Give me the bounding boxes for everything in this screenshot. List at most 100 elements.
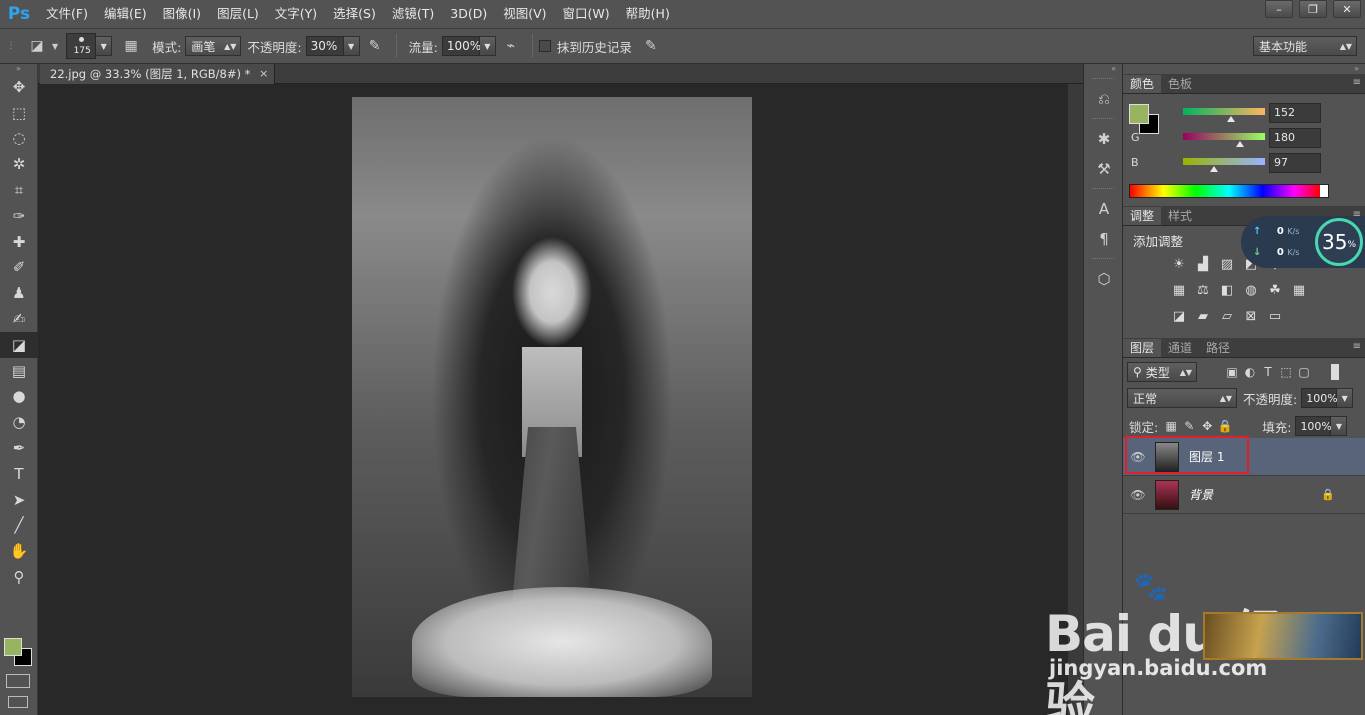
gradient-map-icon[interactable]: ▭: [1263, 306, 1287, 326]
menu-type[interactable]: 文字(Y): [267, 0, 325, 28]
color-balance-icon[interactable]: ⚖: [1191, 280, 1215, 300]
opacity-input[interactable]: 30%: [305, 36, 344, 56]
lasso-tool-icon[interactable]: ◌: [0, 126, 38, 152]
curves-icon[interactable]: ▨: [1215, 254, 1239, 274]
lock-position-icon[interactable]: ✥: [1198, 417, 1216, 435]
slider-thumb-icon[interactable]: [1227, 116, 1235, 122]
levels-icon[interactable]: ▟: [1191, 254, 1215, 274]
lock-transparent-icon[interactable]: ▦: [1162, 417, 1180, 435]
color-foreground-swatch[interactable]: [1129, 104, 1149, 124]
menu-layer[interactable]: 图层(L): [209, 0, 267, 28]
restore-button[interactable]: ❐: [1299, 0, 1327, 18]
tab-color[interactable]: 颜色: [1123, 75, 1162, 93]
screen-mode-icon[interactable]: [8, 696, 28, 708]
layer-row-background[interactable]: 👁 背景 🔒: [1123, 476, 1365, 514]
path-selection-tool-icon[interactable]: ➤: [0, 487, 38, 513]
flow-dropdown[interactable]: ▼: [479, 36, 496, 56]
blur-tool-icon[interactable]: ●: [0, 384, 38, 410]
green-value[interactable]: 180: [1269, 128, 1321, 148]
brush-preview[interactable]: 175: [66, 33, 97, 59]
red-slider[interactable]: [1183, 108, 1265, 115]
panel-menu-icon[interactable]: ≡: [1353, 77, 1361, 88]
selective-color-icon[interactable]: ⊠: [1239, 306, 1263, 326]
brightness-icon[interactable]: ☀: [1167, 254, 1191, 274]
brush-tool-icon[interactable]: ✐: [0, 255, 38, 281]
3d-panel-icon[interactable]: ⬡: [1084, 264, 1124, 294]
pen-tool-icon[interactable]: ✒: [0, 435, 38, 461]
game-ad-banner[interactable]: [1203, 612, 1363, 660]
blue-slider[interactable]: [1183, 158, 1265, 165]
hue-saturation-icon[interactable]: ▦: [1167, 280, 1191, 300]
invert-icon[interactable]: ◪: [1167, 306, 1191, 326]
crop-tool-icon[interactable]: ⌗: [0, 177, 38, 203]
workspace-select[interactable]: 基本功能 ▲▼: [1253, 36, 1357, 56]
tools-grip-icon[interactable]: »: [0, 64, 37, 74]
menu-help[interactable]: 帮助(H): [618, 0, 678, 28]
menu-select[interactable]: 选择(S): [325, 0, 384, 28]
channel-mixer-icon[interactable]: ☘: [1263, 280, 1287, 300]
history-panel-icon[interactable]: ⎌: [1084, 84, 1124, 114]
line-tool-icon[interactable]: ╱: [0, 513, 38, 539]
threshold-icon[interactable]: ▱: [1215, 306, 1239, 326]
brush-panel-icon[interactable]: ▦: [120, 35, 142, 57]
marquee-tool-icon[interactable]: ⬚: [0, 100, 38, 126]
type-tool-icon[interactable]: T: [0, 461, 38, 487]
erase-history-checkbox[interactable]: [538, 40, 551, 52]
vertical-scrollbar[interactable]: [1068, 84, 1083, 715]
shape-filter-icon[interactable]: ⬚: [1277, 363, 1295, 381]
document-tab[interactable]: 22.jpg @ 33.3% (图层 1, RGB/8#) * ×: [40, 64, 276, 84]
menu-window[interactable]: 窗口(W): [555, 0, 618, 28]
chevron-down-icon[interactable]: ▼: [52, 42, 58, 51]
hand-tool-icon[interactable]: ✋: [0, 538, 38, 564]
layer-opacity-dropdown[interactable]: ▼: [1337, 388, 1354, 408]
history-brush-tool-icon[interactable]: ✍: [0, 306, 38, 332]
close-button[interactable]: ✕: [1333, 0, 1361, 18]
menu-edit[interactable]: 编辑(E): [96, 0, 155, 28]
gradient-tool-icon[interactable]: ▤: [0, 358, 38, 384]
tab-layers[interactable]: 图层: [1123, 339, 1162, 357]
red-value[interactable]: 152: [1269, 103, 1321, 123]
posterize-icon[interactable]: ▰: [1191, 306, 1215, 326]
mode-select[interactable]: 画笔 ▲▼: [185, 36, 242, 56]
foreground-color-swatch[interactable]: [4, 638, 22, 656]
character-panel-icon[interactable]: A: [1084, 194, 1124, 224]
clone-stamp-tool-icon[interactable]: ♟: [0, 280, 38, 306]
fill-dropdown[interactable]: ▼: [1331, 416, 1348, 436]
airbrush-icon[interactable]: ⌁: [500, 35, 522, 57]
minimize-button[interactable]: –: [1265, 0, 1293, 18]
eraser-preset-icon[interactable]: ◪: [26, 35, 48, 57]
tab-swatches[interactable]: 色板: [1161, 75, 1199, 93]
magic-wand-tool-icon[interactable]: ✲: [0, 151, 38, 177]
layer-opacity-input[interactable]: 100%: [1301, 388, 1338, 408]
zoom-tool-icon[interactable]: ⚲: [0, 564, 38, 590]
eye-icon[interactable]: 👁: [1123, 450, 1153, 464]
tool-presets-icon[interactable]: ⚒: [1084, 154, 1124, 184]
menu-filter[interactable]: 滤镜(T): [384, 0, 442, 28]
move-tool-icon[interactable]: ✥: [0, 74, 38, 100]
tab-channels[interactable]: 通道: [1161, 339, 1199, 357]
lock-all-icon[interactable]: 🔒: [1216, 417, 1234, 435]
blue-value[interactable]: 97: [1269, 153, 1321, 173]
collapse-icon[interactable]: »: [1123, 64, 1365, 74]
pixel-filter-icon[interactable]: ▣: [1223, 363, 1241, 381]
paragraph-panel-icon[interactable]: ¶: [1084, 224, 1124, 254]
brush-size-dropdown[interactable]: ▼: [96, 36, 113, 56]
menu-3d[interactable]: 3D(D): [442, 0, 495, 28]
layer-row-layer1[interactable]: 👁 图层 1: [1123, 436, 1365, 476]
dodge-tool-icon[interactable]: ◔: [0, 409, 38, 435]
network-speed-widget[interactable]: ↑ 0 K/s ↓ 0 K/s 35%: [1241, 216, 1365, 268]
tab-close-icon[interactable]: ×: [259, 64, 268, 84]
pressure-size-icon[interactable]: ✎: [640, 35, 662, 57]
menu-image[interactable]: 图像(I): [155, 0, 209, 28]
filter-toggle[interactable]: [1331, 364, 1339, 380]
menu-file[interactable]: 文件(F): [38, 0, 96, 28]
smart-object-filter-icon[interactable]: ▢: [1295, 363, 1313, 381]
type-filter-icon[interactable]: T: [1259, 363, 1277, 381]
green-slider[interactable]: [1183, 133, 1265, 140]
fill-input[interactable]: 100%: [1295, 416, 1332, 436]
lock-pixels-icon[interactable]: ✎: [1180, 417, 1198, 435]
color-lookup-icon[interactable]: ▦: [1287, 280, 1311, 300]
eye-icon[interactable]: 👁: [1123, 488, 1153, 502]
adjustment-filter-icon[interactable]: ◐: [1241, 363, 1259, 381]
pressure-opacity-icon[interactable]: ✎: [364, 35, 386, 57]
